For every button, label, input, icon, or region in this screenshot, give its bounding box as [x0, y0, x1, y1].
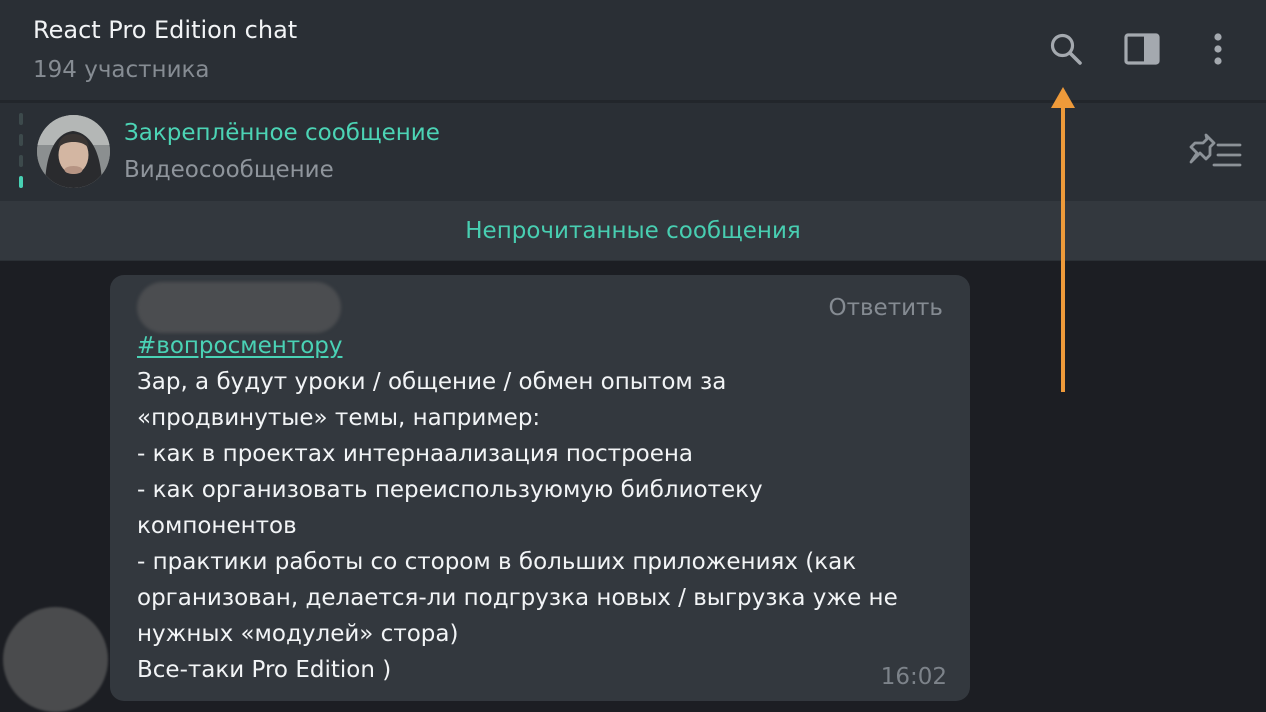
more-options-button[interactable] — [1193, 24, 1243, 74]
pinned-title: Закреплённое сообщение — [124, 120, 440, 146]
member-count: 194 участника — [33, 57, 210, 83]
message-line: компонентов — [137, 513, 297, 539]
message-bubble[interactable]: Ответить #вопросментору Зар, а будут уро… — [110, 275, 970, 701]
chat-title[interactable]: React Pro Edition chat — [33, 14, 297, 46]
pinned-list-button[interactable] — [1184, 131, 1248, 175]
message-line: организован, делается-ли подгрузка новых… — [137, 585, 898, 611]
pin-list-icon — [1189, 133, 1242, 167]
more-vertical-icon — [1214, 33, 1222, 65]
search-button[interactable] — [1041, 24, 1091, 74]
message-line: - как в проектах интернаализация построе… — [137, 441, 694, 467]
sidebar-panel-icon — [1124, 33, 1160, 65]
message-line: нужных «модулей» стора) — [137, 621, 459, 647]
annotation-arrow-icon — [1051, 87, 1075, 392]
message-text: #вопросментору Зар, а будут уроки / обще… — [137, 328, 943, 688]
toggle-info-panel-button[interactable] — [1117, 24, 1167, 74]
sender-name-redacted — [137, 282, 341, 333]
message-line: «продвинутые» темы, например: — [137, 405, 541, 431]
message-line: Все-таки Pro Edition ) — [137, 657, 392, 683]
pinned-video-thumbnail — [37, 115, 110, 188]
message-line: - практики работы со стором в больших пр… — [137, 549, 857, 575]
sender-avatar-redacted[interactable] — [3, 607, 108, 712]
pinned-preview: Видеосообщение — [124, 157, 334, 183]
search-icon — [1050, 33, 1082, 65]
message-line: Зар, а будут уроки / общение / обмен опы… — [137, 369, 727, 395]
hashtag-link[interactable]: #вопросментору — [137, 333, 342, 359]
pinned-position-indicator — [18, 113, 24, 189]
reply-button[interactable]: Ответить — [828, 292, 943, 324]
message-line: - как организовать переиспользуюмую библ… — [137, 477, 763, 503]
message-time: 16:02 — [880, 664, 947, 690]
